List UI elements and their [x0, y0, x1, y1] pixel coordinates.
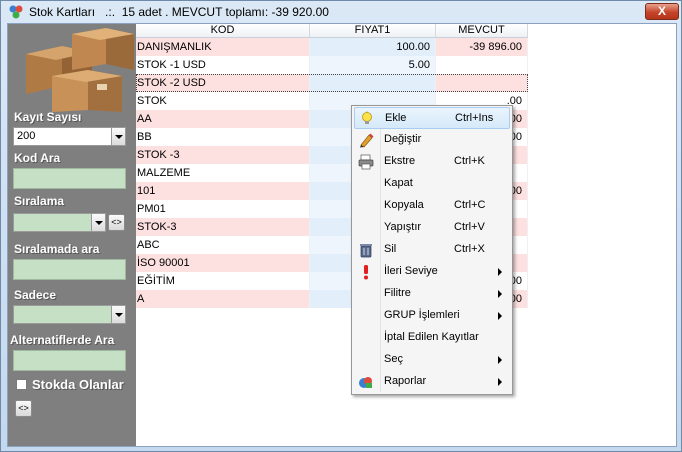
chevron-down-icon[interactable]: [111, 128, 125, 145]
menu-item-kopyala[interactable]: Kopyala Ctrl+C: [354, 195, 510, 217]
cell-mevcut[interactable]: [436, 74, 528, 92]
cell-kod[interactable]: İSO 90001: [136, 254, 310, 272]
cell-kod[interactable]: STOK: [136, 92, 310, 110]
menu-item-label: Kapat: [384, 177, 413, 189]
cell-kod[interactable]: 101: [136, 182, 310, 200]
cell-kod[interactable]: PM01: [136, 200, 310, 218]
bulb-icon: [359, 111, 375, 127]
siralama-toggle-button[interactable]: <>: [108, 214, 125, 231]
siralama-label: Sıralama: [14, 194, 65, 208]
cell-fiyat[interactable]: 100.00: [310, 38, 436, 56]
kayit-sayisi-label: Kayıt Sayısı: [14, 110, 82, 124]
submenu-arrow-icon: [498, 268, 502, 276]
menu-item-raporlar[interactable]: Raporlar: [354, 371, 510, 393]
grid-header: KOD FIYAT1 MEVCUT: [136, 24, 528, 38]
menu-item-kapat[interactable]: Kapat: [354, 173, 510, 195]
sadece-select[interactable]: [13, 305, 126, 324]
menu-item-label: Yapıştır: [384, 221, 422, 233]
menu-item-seç[interactable]: Seç: [354, 349, 510, 371]
kod-ara-input[interactable]: [13, 168, 126, 189]
menu-item-label: Kopyala: [384, 199, 424, 211]
menu-item-shortcut: Ctrl+Ins: [455, 112, 494, 124]
menu-item-label: İleri Seviye: [384, 265, 438, 277]
menu-item-değiştir[interactable]: Değiştir: [354, 129, 510, 151]
chevron-down-icon[interactable]: [111, 306, 125, 323]
menu-item-sil[interactable]: Sil Ctrl+X: [354, 239, 510, 261]
menu-item-yapıştır[interactable]: Yapıştır Ctrl+V: [354, 217, 510, 239]
exclamation-icon: [358, 264, 374, 280]
stok-kartlari-window: Stok Kartları .:. 15 adet . MEVCUT topla…: [0, 0, 682, 452]
cell-fiyat[interactable]: [310, 74, 436, 92]
pencil-icon: [358, 132, 374, 148]
submenu-arrow-icon: [498, 378, 502, 386]
menu-item-ekle[interactable]: Ekle Ctrl+Ins: [354, 107, 510, 129]
cell-kod[interactable]: MALZEME: [136, 164, 310, 182]
column-header-kod[interactable]: KOD: [136, 24, 310, 37]
cell-kod[interactable]: STOK-3: [136, 218, 310, 236]
menu-item-label: Raporlar: [384, 375, 427, 387]
table-row[interactable]: DANIŞMANLIK 100.00 -39 896.00: [136, 38, 528, 56]
cell-kod[interactable]: BB: [136, 128, 310, 146]
menu-item-label: Değiştir: [384, 133, 422, 145]
menu-item-label: Seç: [384, 353, 403, 365]
siralamada-ara-label: Sıralamada ara: [14, 242, 100, 256]
close-button[interactable]: X: [645, 3, 679, 20]
alternatif-input[interactable]: [13, 350, 126, 371]
cell-kod[interactable]: DANIŞMANLIK: [136, 38, 310, 56]
cell-kod[interactable]: STOK -2 USD: [136, 74, 310, 92]
title-bar[interactable]: Stok Kartları .:. 15 adet . MEVCUT topla…: [1, 1, 681, 23]
cell-kod[interactable]: A: [136, 290, 310, 308]
menu-item-shortcut: Ctrl+V: [454, 221, 485, 233]
cardboard-boxes-image: [26, 28, 134, 112]
sadece-label: Sadece: [14, 288, 57, 302]
kayit-sayisi-select[interactable]: 200: [13, 127, 126, 146]
cell-fiyat[interactable]: 5.00: [310, 56, 436, 74]
cell-mevcut[interactable]: -39 896.00: [436, 38, 528, 56]
submenu-arrow-icon: [498, 290, 502, 298]
menu-item-shortcut: Ctrl+X: [454, 243, 485, 255]
context-menu: Ekle Ctrl+Ins Değiştir Ekstre Ctrl+K Kapat Kop…: [351, 105, 513, 395]
client-area: Kayıt Sayısı 200 Kod Ara Sıralama <> Sır…: [7, 23, 677, 447]
stokda-label: Stokda Olanlar: [32, 377, 124, 392]
menu-item-filitre[interactable]: Filitre: [354, 283, 510, 305]
menu-item-label: Ekstre: [384, 155, 416, 167]
menu-item-label: İptal Edilen Kayıtlar: [384, 331, 479, 343]
siralamada-ara-input[interactable]: [13, 259, 126, 280]
menu-item-grup-i-şlemleri[interactable]: GRUP İşlemleri: [354, 305, 510, 327]
table-row[interactable]: STOK -2 USD: [136, 74, 528, 92]
submenu-arrow-icon: [498, 356, 502, 364]
submenu-arrow-icon: [498, 312, 502, 320]
reports-icon: [358, 374, 374, 390]
kod-ara-label: Kod Ara: [14, 151, 61, 165]
menu-item-shortcut: Ctrl+C: [454, 199, 486, 211]
cell-kod[interactable]: AA: [136, 110, 310, 128]
trash-icon: [358, 242, 374, 258]
filter-sidebar: Kayıt Sayısı 200 Kod Ara Sıralama <> Sır…: [8, 24, 136, 446]
cell-kod[interactable]: ABC: [136, 236, 310, 254]
menu-item-label: Ekle: [385, 112, 407, 124]
column-header-fiyat1[interactable]: FIYAT1: [310, 24, 436, 37]
cell-kod[interactable]: STOK -3: [136, 146, 310, 164]
menu-item-label: Filitre: [384, 287, 411, 299]
cell-kod[interactable]: EĞİTİM: [136, 272, 310, 290]
printer-icon: [358, 154, 374, 170]
stokda-checkbox[interactable]: [16, 379, 27, 390]
chevron-down-icon[interactable]: [91, 214, 105, 231]
menu-item-i-ptal-edilen-kayıtlar[interactable]: İptal Edilen Kayıtlar: [354, 327, 510, 349]
bottom-toggle-button[interactable]: <>: [15, 400, 32, 417]
window-title: Stok Kartları .:. 15 adet . MEVCUT topla…: [29, 5, 329, 19]
app-icon: [9, 5, 23, 19]
menu-item-i-leri-seviye[interactable]: İleri Seviye: [354, 261, 510, 283]
menu-item-label: Sil: [384, 243, 397, 255]
kayit-sayisi-value: 200: [17, 130, 36, 142]
cell-mevcut[interactable]: [436, 56, 528, 74]
alternatif-label: Alternatiflerde Ara: [10, 333, 115, 347]
menu-item-ekstre[interactable]: Ekstre Ctrl+K: [354, 151, 510, 173]
column-header-mevcut[interactable]: MEVCUT: [436, 24, 528, 37]
table-row[interactable]: STOK -1 USD 5.00: [136, 56, 528, 74]
menu-item-shortcut: Ctrl+K: [454, 155, 485, 167]
cell-kod[interactable]: STOK -1 USD: [136, 56, 310, 74]
siralama-select[interactable]: [13, 213, 106, 232]
menu-item-label: GRUP İşlemleri: [384, 309, 460, 321]
